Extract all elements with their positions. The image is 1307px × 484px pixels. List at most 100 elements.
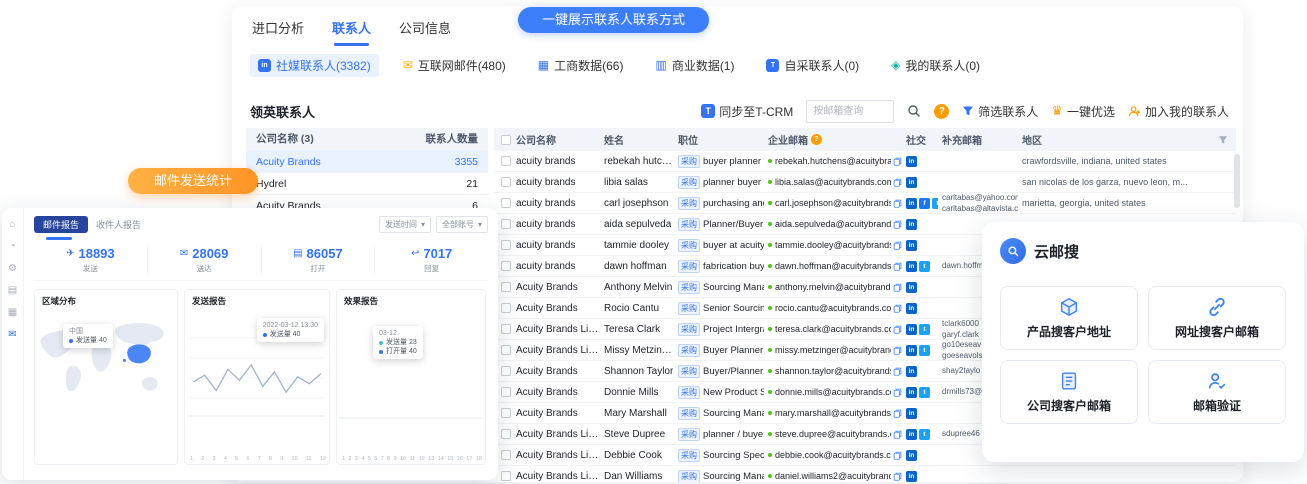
linkedin-icon[interactable]: in [906,366,917,377]
copy-icon[interactable] [893,388,902,397]
cloud-search-company-button[interactable]: 公司搜客户邮箱 [1000,360,1138,424]
copy-icon[interactable] [893,178,902,187]
copy-icon[interactable] [893,409,902,418]
filter-chip-industry[interactable]: ▦工商数据(66) [530,54,632,77]
linkedin-icon[interactable]: in [906,429,917,440]
linkedin-icon[interactable]: in [906,219,917,230]
row-checkbox[interactable] [501,240,511,250]
add-to-my-contacts-button[interactable]: 加入我的联系人 [1128,103,1229,120]
email-help-icon[interactable]: ? [811,134,822,145]
copy-icon[interactable] [893,325,902,334]
linkedin-icon[interactable]: in [906,177,917,188]
row-checkbox[interactable] [501,429,511,439]
one-click-optimize-button[interactable]: ♛ 一键优选 [1051,103,1115,120]
filter-chip-social[interactable]: in社媒联系人(3382) [250,54,379,77]
cloud-search-verify-button[interactable]: 邮箱验证 [1148,360,1286,424]
linkedin-icon[interactable]: in [906,198,917,209]
linkedin-icon[interactable]: in [906,156,917,167]
main-tab[interactable]: 联系人 [332,18,371,46]
scrollbar-thumb[interactable] [1234,154,1240,208]
copy-icon[interactable] [893,241,902,250]
row-checkbox[interactable] [501,156,511,166]
clock-icon[interactable]: ◔ [9,242,15,252]
list-icon[interactable]: ▤ [8,286,17,296]
copy-icon[interactable] [893,262,902,271]
contact-email: mary.marshall@acuitybrands.com [775,408,891,418]
copy-icon[interactable] [893,346,902,355]
cloud-search-url-button[interactable]: 网址搜客户邮箱 [1148,286,1286,350]
sync-tcrm-button[interactable]: T 同步至T-CRM [701,103,793,120]
filter-chip-commerce[interactable]: ▥商业数据(1) [647,54,742,77]
copy-icon[interactable] [893,451,902,460]
filter-contacts-button[interactable]: 筛选联系人 [962,103,1038,120]
row-checkbox[interactable] [501,261,511,271]
row-checkbox[interactable] [501,345,511,355]
select-all-checkbox[interactable] [501,135,511,145]
main-tab[interactable]: 进口分析 [252,18,304,46]
filter-chip-mine[interactable]: ◈我的联系人(0) [883,54,988,77]
row-checkbox[interactable] [501,324,511,334]
copy-icon[interactable] [893,220,902,229]
region-filter-icon[interactable] [1218,135,1228,145]
copy-icon[interactable] [893,199,902,208]
cloud-search-product-button[interactable]: 产品搜客户地址 [1000,286,1138,350]
copy-icon[interactable] [893,283,902,292]
linkedin-icon[interactable]: in [906,450,917,461]
linkedin-icon[interactable]: in [906,261,917,272]
linkedin-icon[interactable]: in [906,324,917,335]
recipient-report-tab[interactable]: 收件人报告 [96,218,141,231]
main-tab[interactable]: 公司信息 [399,18,451,46]
row-checkbox[interactable] [501,282,511,292]
twitter-icon[interactable]: t [919,324,930,335]
twitter-icon[interactable]: t [919,429,930,440]
crown-icon: ♛ [1051,103,1063,119]
row-checkbox[interactable] [501,366,511,376]
row-checkbox[interactable] [501,471,511,481]
deliver-icon: ✉ [180,248,188,259]
company-row[interactable]: Acuity Brands 3355 [246,151,488,173]
linkedin-icon[interactable]: in [906,240,917,251]
filter-chip-self[interactable]: T自采联系人(0) [758,54,867,77]
account-select[interactable]: 全部账号▾ [436,216,488,233]
company-row[interactable]: Hydrel 21 [246,173,488,195]
gear-icon[interactable]: ⚙ [8,264,17,274]
help-icon[interactable]: ? [934,104,949,119]
facebook-icon[interactable]: f [919,198,930,209]
row-checkbox[interactable] [501,198,511,208]
filter-chip-mail[interactable]: ✉互联网邮件(480) [395,54,514,77]
linkedin-icon[interactable]: in [906,345,917,356]
send-time-select[interactable]: 发送时间▾ [379,216,431,233]
home-icon[interactable]: ⌂ [9,220,15,230]
search-input[interactable] [806,100,894,123]
copy-icon[interactable] [893,430,902,439]
copy-icon[interactable] [893,472,902,481]
linkedin-icon[interactable]: in [906,471,917,482]
stat-value: 7017 [423,246,452,261]
row-checkbox[interactable] [501,303,511,313]
linkedin-icon[interactable]: in [906,303,917,314]
row-checkbox[interactable] [501,219,511,229]
row-checkbox[interactable] [501,450,511,460]
linkedin-icon[interactable]: in [906,408,917,419]
contact-row[interactable]: acuity brands rebekah hutchens 采购buyer p… [494,151,1236,172]
linkedin-icon[interactable]: in [906,387,917,398]
grid-icon[interactable]: ▦ [8,308,17,318]
twitter-icon[interactable]: t [919,387,930,398]
twitter-icon[interactable]: t [919,345,930,356]
row-checkbox[interactable] [501,177,511,187]
copy-icon[interactable] [893,304,902,313]
contact-row[interactable]: acuity brands libia salas 采购planner buye… [494,172,1236,193]
contact-company: Acuity Brands Lighting [516,345,600,356]
copy-icon[interactable] [893,157,902,166]
twitter-icon[interactable]: t [919,261,930,272]
linkedin-icon[interactable]: in [906,282,917,293]
row-checkbox[interactable] [501,387,511,397]
contact-row[interactable]: Acuity Brands Lighting Dan Williams 采购So… [494,466,1236,482]
mail-report-tab[interactable]: 邮件报告 [34,216,88,233]
search-icon[interactable] [907,104,921,118]
copy-icon[interactable] [893,367,902,376]
send-report-panel: 发送报告 2022-03-12 13:30发送量 40 123456789101… [184,289,330,465]
contact-row[interactable]: acuity brands carl josephson 采购purchasin… [494,193,1236,214]
mail-icon[interactable]: ✉ [8,330,16,340]
row-checkbox[interactable] [501,408,511,418]
